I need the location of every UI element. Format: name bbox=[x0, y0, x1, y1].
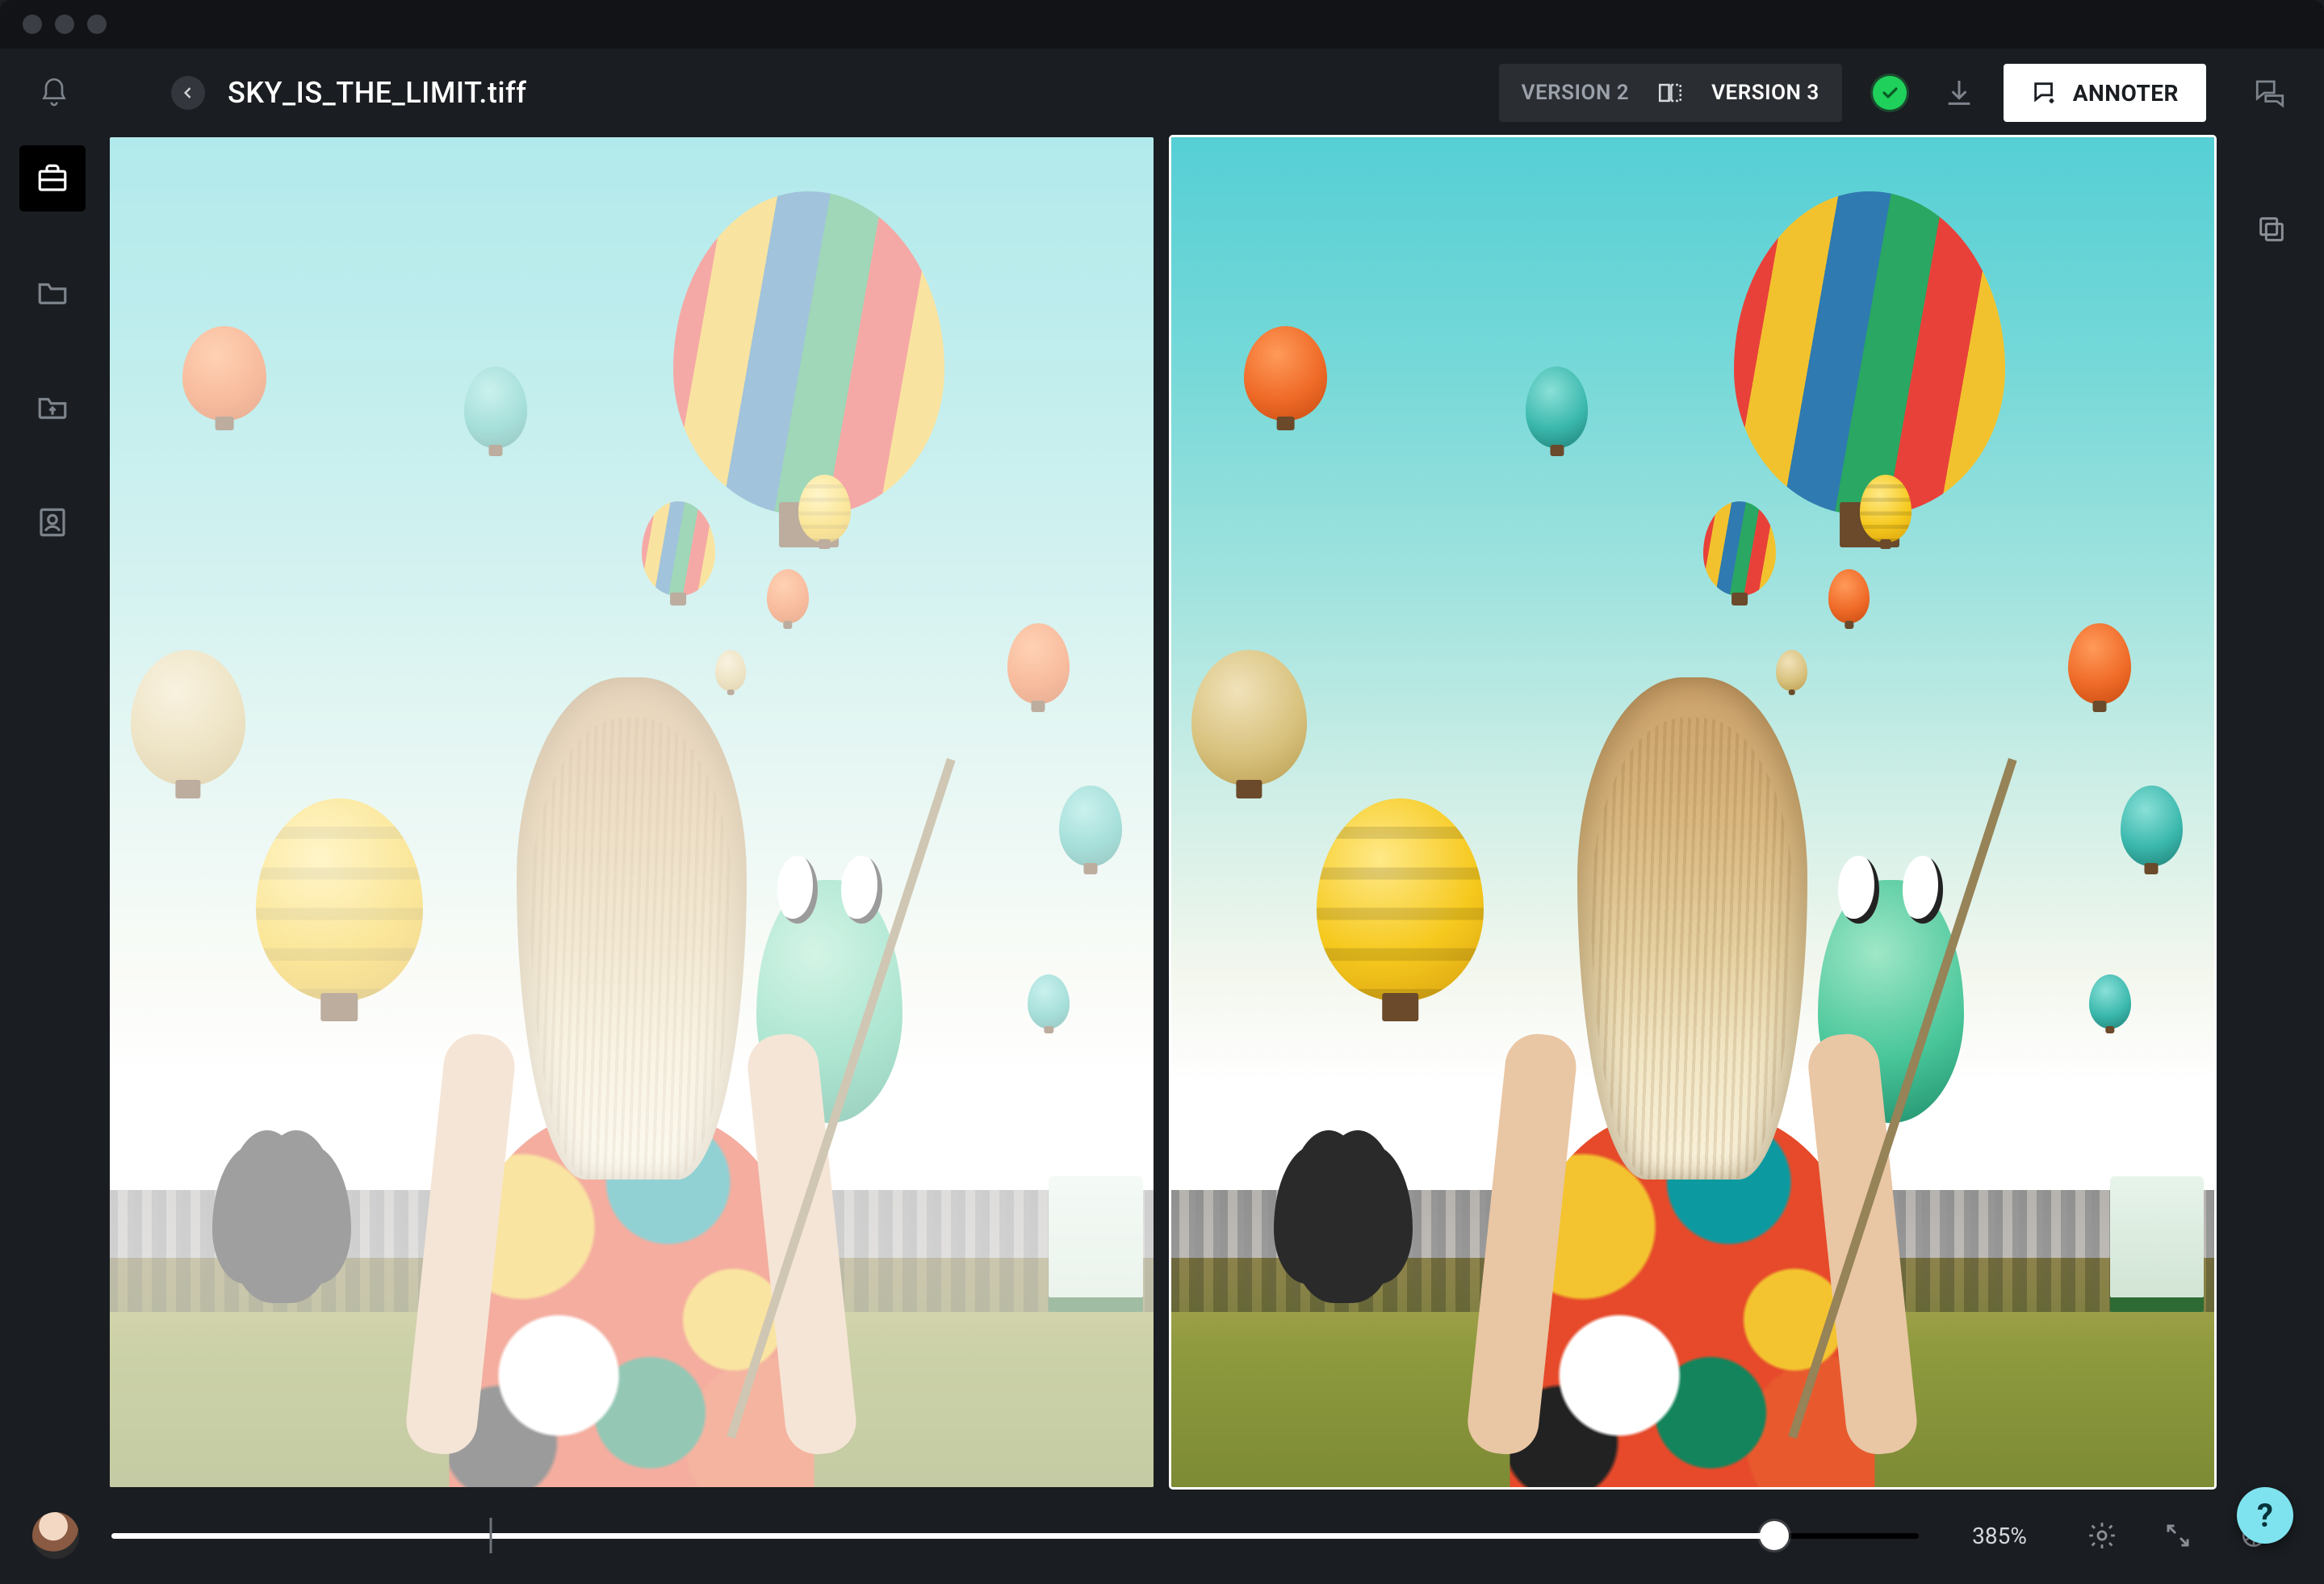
folder-icon bbox=[36, 276, 69, 310]
annotate-button[interactable]: ANNOTER bbox=[2004, 64, 2206, 122]
back-button[interactable] bbox=[171, 76, 205, 110]
window-max-dot[interactable] bbox=[87, 15, 107, 34]
annotate-icon bbox=[2031, 79, 2058, 107]
version-switcher[interactable]: VERSION 2 VERSION 3 bbox=[1499, 64, 1842, 122]
download-icon bbox=[1943, 77, 1975, 109]
slider-fill bbox=[111, 1533, 1774, 1539]
fullscreen-button[interactable] bbox=[2156, 1514, 2200, 1557]
tool-contact[interactable] bbox=[19, 489, 86, 555]
window-close-dot[interactable] bbox=[23, 15, 42, 34]
expand-icon bbox=[2163, 1521, 2192, 1550]
check-icon bbox=[1880, 83, 1899, 103]
slider-knob[interactable] bbox=[1760, 1521, 1789, 1550]
image-left bbox=[110, 137, 1154, 1487]
contact-icon bbox=[36, 505, 69, 539]
archive-icon bbox=[36, 391, 69, 425]
compare-icon[interactable] bbox=[1656, 79, 1684, 107]
help-label: ? bbox=[2257, 1497, 2273, 1535]
pane-version-left[interactable] bbox=[110, 137, 1154, 1487]
timeline-slider[interactable] bbox=[111, 1512, 1919, 1559]
chat-icon bbox=[2253, 76, 2287, 110]
download-button[interactable] bbox=[1937, 71, 1981, 115]
tool-toolbox[interactable] bbox=[19, 145, 86, 212]
help-button[interactable]: ? bbox=[2237, 1487, 2293, 1544]
slider-tick bbox=[490, 1518, 492, 1553]
version-left-label[interactable]: VERSION 2 bbox=[1522, 81, 1630, 105]
settings-button[interactable] bbox=[2080, 1514, 2124, 1557]
briefcase-icon bbox=[36, 161, 69, 195]
window-min-dot[interactable] bbox=[55, 15, 74, 34]
annotate-label: ANNOTER bbox=[2073, 80, 2179, 107]
pane-version-right[interactable] bbox=[1171, 137, 2215, 1487]
compare-canvas[interactable] bbox=[105, 137, 2219, 1487]
chevron-left-icon bbox=[180, 85, 196, 101]
sidebar-right bbox=[2219, 137, 2324, 1487]
copy-icon bbox=[2255, 213, 2288, 245]
version-right-label[interactable]: VERSION 3 bbox=[1711, 81, 1819, 105]
zoom-value: 385% bbox=[1951, 1523, 2048, 1549]
user-avatar[interactable] bbox=[32, 1512, 79, 1559]
gear-icon bbox=[2087, 1520, 2117, 1551]
duplicate-button[interactable] bbox=[2247, 205, 2296, 254]
header: SKY_IS_THE_LIMIT.tiff VERSION 2 VERSION … bbox=[0, 48, 2324, 137]
file-name: SKY_IS_THE_LIMIT.tiff bbox=[228, 76, 526, 110]
window-titlebar bbox=[0, 0, 2324, 48]
sidebar-left bbox=[0, 137, 105, 1487]
app-window: SKY_IS_THE_LIMIT.tiff VERSION 2 VERSION … bbox=[0, 0, 2324, 1584]
footer: 385% bbox=[0, 1487, 2324, 1584]
body bbox=[0, 137, 2324, 1487]
conversations-button[interactable] bbox=[2248, 71, 2292, 115]
bell-icon bbox=[38, 77, 70, 109]
status-approved-badge[interactable] bbox=[1873, 76, 1907, 110]
tool-archive[interactable] bbox=[19, 375, 86, 441]
notifications-button[interactable] bbox=[32, 71, 76, 115]
tool-folder[interactable] bbox=[19, 260, 86, 326]
image-right bbox=[1171, 137, 2215, 1487]
